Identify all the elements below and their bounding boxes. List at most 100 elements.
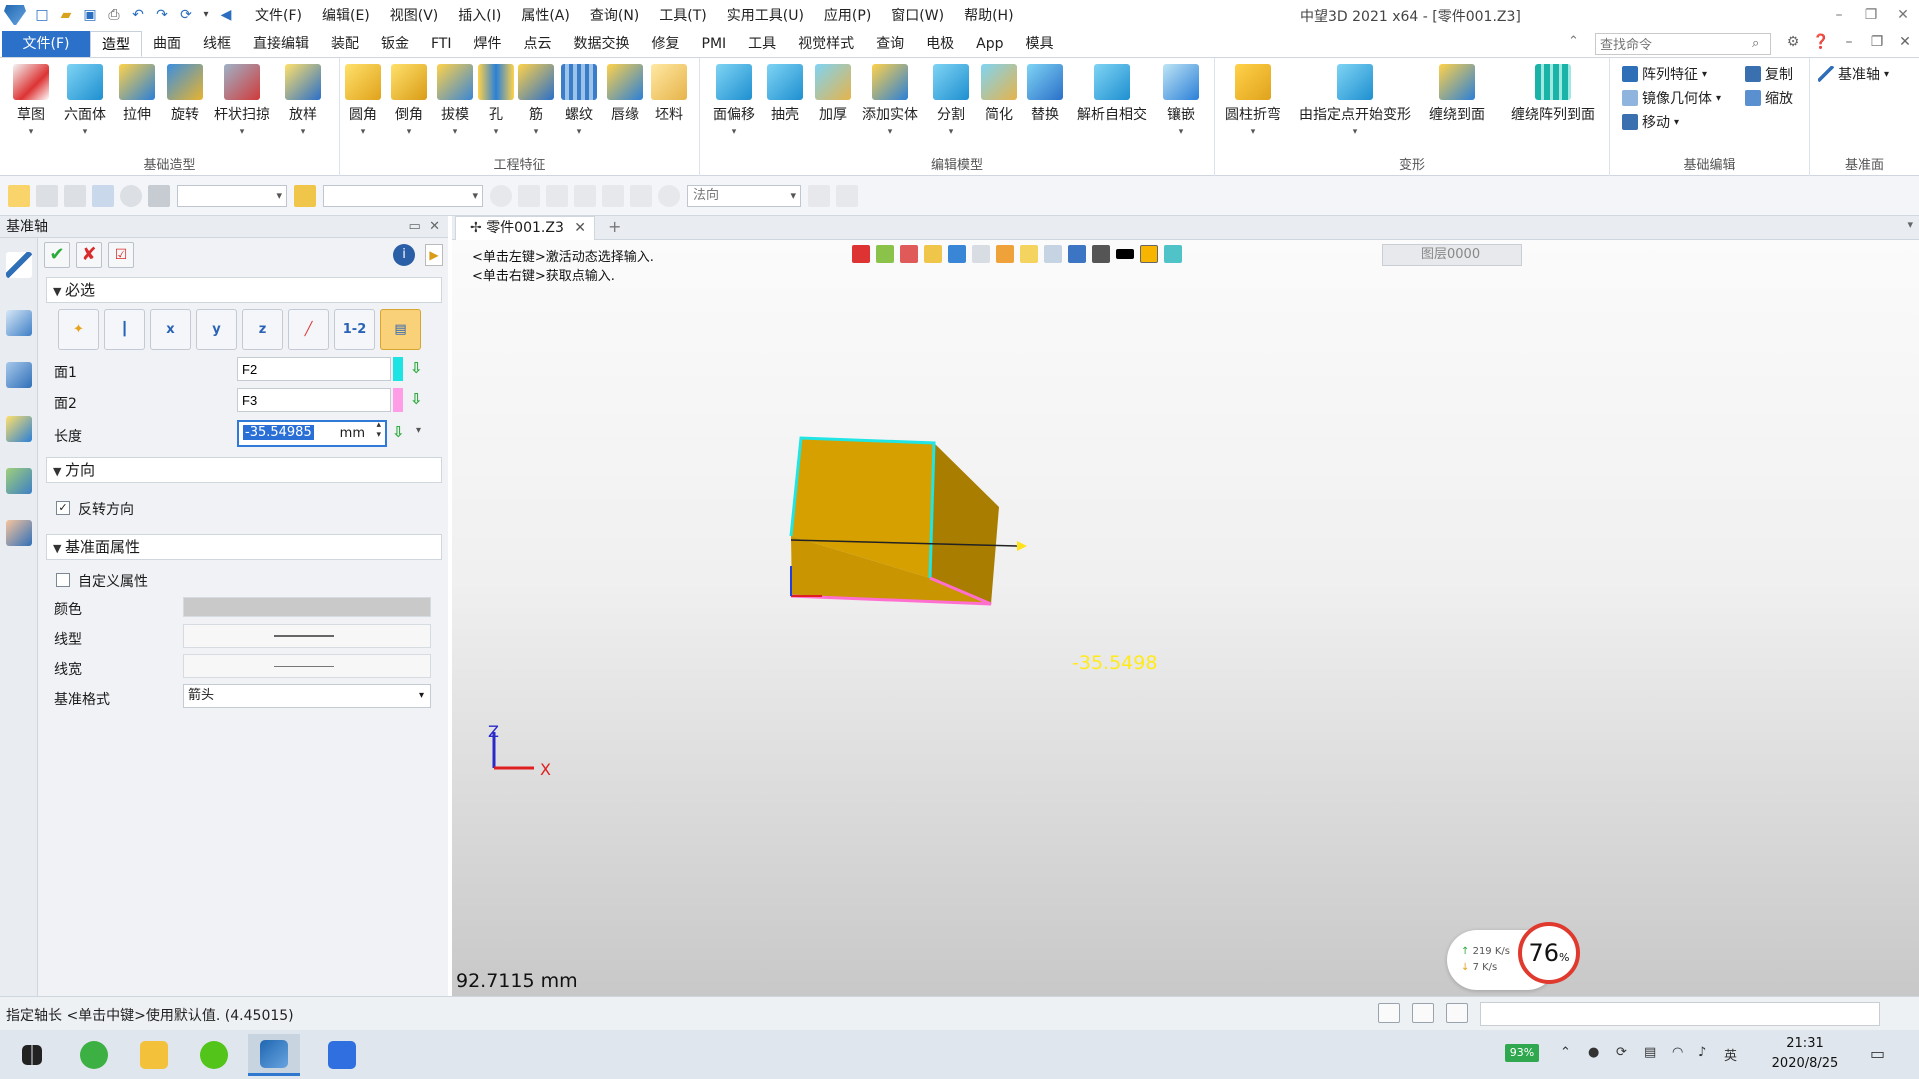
cancel-button[interactable]: ✘	[76, 242, 102, 268]
record-icon[interactable]	[490, 184, 512, 207]
tab-modeling[interactable]: 造型	[90, 31, 142, 57]
tab-visual-style[interactable]: 视觉样式	[787, 31, 865, 57]
network-icon[interactable]: ▤	[1644, 1045, 1660, 1061]
menu-apps[interactable]: 应用(P)	[815, 3, 880, 27]
battery-indicator[interactable]: 93%	[1505, 1044, 1539, 1062]
panel-close-icon[interactable]: ✕	[429, 219, 440, 234]
shell-tool[interactable]: 抽壳	[762, 64, 808, 124]
taskbar-zw3d[interactable]	[248, 1034, 300, 1076]
direction-combo[interactable]: 法向	[687, 184, 801, 207]
z-axis-method-icon[interactable]: z	[242, 309, 283, 350]
selection-combo[interactable]	[323, 184, 483, 207]
menu-edit[interactable]: 编辑(E)	[313, 3, 379, 27]
clock[interactable]: 21:31 2020/8/25	[1760, 1034, 1850, 1074]
tab-part001[interactable]: ✢ 零件001.Z3 ✕	[455, 216, 595, 240]
user-icon[interactable]	[6, 520, 32, 546]
cylinder-bend-tool[interactable]: 圆柱折弯 ▾	[1221, 64, 1285, 137]
face1-field[interactable]	[237, 357, 391, 381]
taskbar-wps[interactable]	[316, 1034, 368, 1076]
menu-help[interactable]: 帮助(H)	[955, 3, 1022, 27]
pattern-feature-tool[interactable]: 阵列特征 ▾	[1622, 64, 1707, 84]
gear-select-icon[interactable]	[518, 184, 540, 207]
file-tab[interactable]: 文件(F)	[2, 31, 90, 57]
pick-icon[interactable]	[808, 184, 830, 207]
taskbar-wechat[interactable]	[188, 1034, 240, 1076]
settings-pick-icon[interactable]	[836, 184, 858, 207]
start-button[interactable]	[6, 1034, 58, 1076]
filter-funnel-icon[interactable]	[148, 184, 170, 207]
wrap-pattern-tool[interactable]: 缠绕阵列到面	[1505, 64, 1601, 124]
cursor-icon[interactable]	[630, 184, 652, 207]
tab-point-cloud[interactable]: 点云	[513, 31, 563, 57]
ok-button[interactable]: ✔	[44, 242, 70, 268]
reverse-checkbox[interactable]: ✓	[56, 501, 70, 515]
sketch-tool[interactable]: 草图 ▾	[8, 64, 54, 137]
undo-icon[interactable]: ↶	[128, 5, 148, 25]
y-axis-method-icon[interactable]: y	[196, 309, 237, 350]
tab-assembly[interactable]: 装配	[320, 31, 370, 57]
add-icon[interactable]	[36, 184, 58, 207]
dimension-label[interactable]: -35.5498	[1072, 652, 1157, 674]
qq-icon[interactable]: ●	[1588, 1045, 1604, 1061]
print-icon[interactable]: ⎙	[104, 5, 124, 25]
revolve-tool[interactable]: 旋转	[162, 64, 208, 124]
redo-icon[interactable]: ↷	[152, 5, 172, 25]
tabs-menu-icon[interactable]: ▾	[1907, 218, 1913, 231]
doc-close-icon[interactable]: ✕	[1895, 34, 1915, 50]
datum-axis-tool[interactable]: 基准轴 ▾	[1818, 64, 1889, 84]
part-library-icon[interactable]	[6, 416, 32, 442]
tab-weldment[interactable]: 焊件	[463, 31, 513, 57]
loft-tool[interactable]: 放样 ▾	[280, 64, 326, 137]
section-direction[interactable]: 方向	[46, 457, 442, 483]
gear-icon[interactable]: ⚙	[1783, 34, 1803, 50]
lip-tool[interactable]: 唇缘	[602, 64, 648, 124]
tab-pmi[interactable]: PMI	[691, 31, 738, 57]
format-select[interactable]: 箭头 ▾	[183, 684, 431, 708]
save-icon[interactable]: ▣	[80, 5, 100, 25]
mirror-tool[interactable]: 镜像几何体 ▾	[1622, 88, 1721, 108]
doc-restore-icon[interactable]: ❐	[1867, 34, 1887, 50]
minimize-icon[interactable]: –	[1823, 0, 1855, 30]
split-tool[interactable]: 分割 ▾	[928, 64, 974, 137]
search-icon[interactable]: ⌕	[1752, 36, 1759, 51]
open-file-icon[interactable]: ▰	[56, 5, 76, 25]
section-required[interactable]: 必选	[46, 277, 442, 303]
menu-tools[interactable]: 工具(T)	[650, 3, 715, 27]
face2-pick-icon[interactable]: ⇩	[410, 390, 423, 408]
tab-fti[interactable]: FTI	[420, 31, 463, 57]
align-right-icon[interactable]	[602, 184, 624, 207]
tab-tools[interactable]: 工具	[737, 31, 787, 57]
panel-pin-icon[interactable]: ▭	[409, 219, 421, 234]
fillet-tool[interactable]: 圆角 ▾	[340, 64, 386, 137]
tab-sheetmetal[interactable]: 钣金	[370, 31, 420, 57]
thread-tool[interactable]: 螺纹 ▾	[556, 64, 602, 137]
line-method-icon[interactable]: ╱	[288, 309, 329, 350]
length-dropdown-icon[interactable]: ▾	[416, 425, 421, 436]
thicken-tool[interactable]: 加厚	[810, 64, 856, 124]
view-manager-icon[interactable]	[6, 468, 32, 494]
rib-tool[interactable]: 筋 ▾	[516, 64, 556, 137]
collapse-ribbon-icon[interactable]: ⌃	[1568, 34, 1579, 49]
back-icon[interactable]: ◀	[216, 5, 236, 25]
axis-arrow[interactable]	[1017, 541, 1027, 551]
datum-axis-strip-icon[interactable]	[6, 252, 32, 278]
notification-icon[interactable]: ▭	[1870, 1044, 1886, 1063]
doc-minimize-icon[interactable]: –	[1839, 34, 1859, 50]
refresh-icon[interactable]: ⟳	[176, 5, 196, 25]
draft-tool[interactable]: 拔模 ▾	[432, 64, 478, 137]
move-tool[interactable]: 移动 ▾	[1622, 112, 1679, 132]
apply-button[interactable]: ☑	[108, 242, 134, 268]
x-axis-method-icon[interactable]: x	[150, 309, 191, 350]
snap-icon[interactable]	[294, 184, 316, 207]
menu-attribute[interactable]: 属性(A)	[512, 3, 579, 27]
performance-gauge[interactable]: 76%	[1518, 922, 1580, 984]
cylinder-method-icon[interactable]: ┃	[104, 309, 145, 350]
deform-from-point-tool[interactable]: 由指定点开始变形 ▾	[1295, 64, 1415, 137]
maximize-icon[interactable]: ❐	[1855, 0, 1887, 30]
qa-dropdown-icon[interactable]: ▾	[200, 5, 212, 25]
select-pointer-icon[interactable]	[8, 184, 30, 207]
scale-tool[interactable]: 缩放	[1745, 88, 1793, 108]
menu-query[interactable]: 查询(N)	[581, 3, 648, 27]
menu-view[interactable]: 视图(V)	[381, 3, 448, 27]
simplify-tool[interactable]: 简化	[976, 64, 1022, 124]
